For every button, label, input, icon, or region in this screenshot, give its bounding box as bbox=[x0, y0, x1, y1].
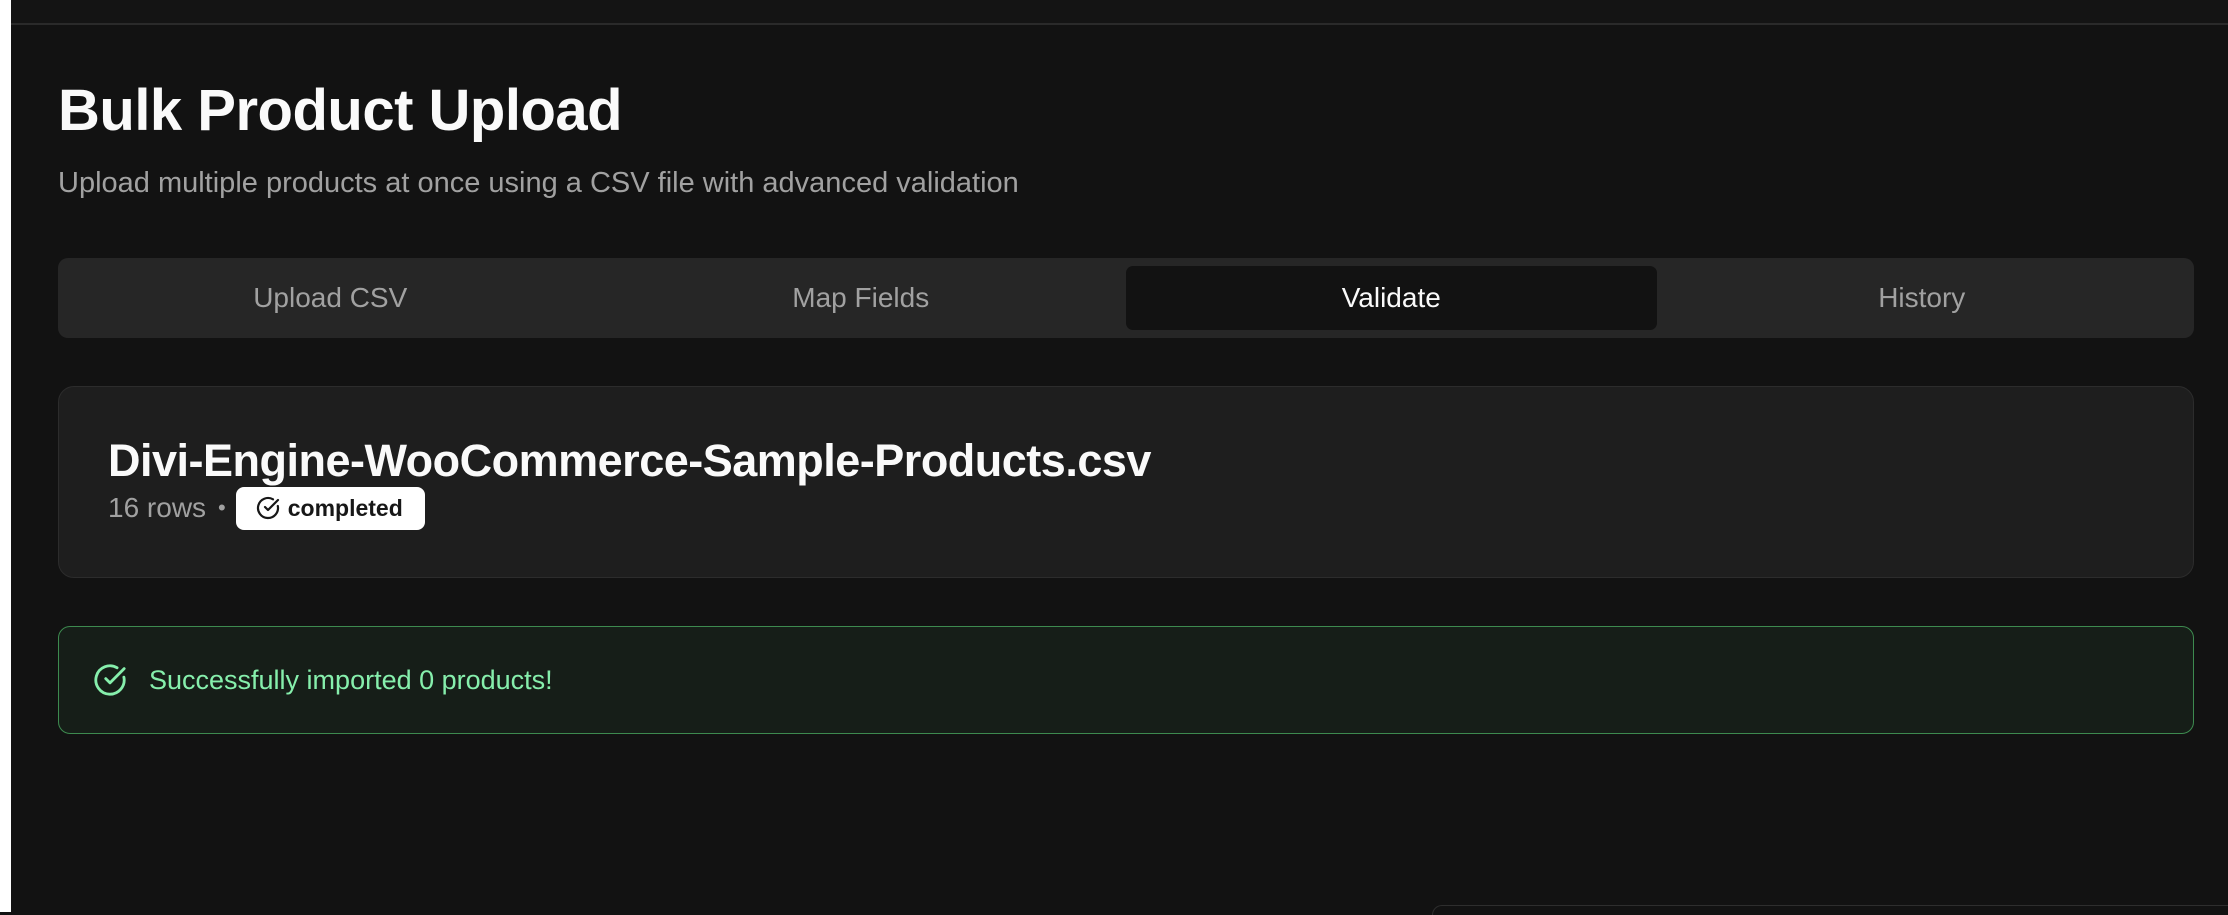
success-alert: Successfully imported 0 products! bbox=[58, 626, 2194, 734]
page-subtitle: Upload multiple products at once using a… bbox=[58, 167, 1019, 199]
tab-list: Upload CSV Map Fields Validate History bbox=[58, 258, 2194, 338]
tab-map-fields[interactable]: Map Fields bbox=[596, 266, 1127, 330]
row-count: 16 rows bbox=[108, 492, 207, 523]
status-badge-label: completed bbox=[287, 494, 403, 521]
tab-validate[interactable]: Validate bbox=[1126, 266, 1657, 330]
tab-history[interactable]: History bbox=[1657, 266, 2188, 330]
alert-message: Successfully imported 0 products! bbox=[149, 664, 553, 695]
status-badge: completed bbox=[235, 486, 425, 530]
file-card: Divi-Engine-WooCommerce-Sample-Products.… bbox=[58, 386, 2194, 578]
tab-upload-csv[interactable]: Upload CSV bbox=[65, 266, 596, 330]
bottom-panel-edge bbox=[1432, 905, 2228, 915]
page-title: Bulk Product Upload bbox=[58, 78, 623, 143]
file-meta: 16 rows • completed bbox=[108, 486, 425, 530]
file-name: Divi-Engine-WooCommerce-Sample-Products.… bbox=[108, 435, 1151, 486]
top-bar bbox=[11, 0, 2228, 25]
left-edge-strip bbox=[0, 0, 11, 912]
check-circle-icon bbox=[93, 663, 127, 697]
meta-separator: • bbox=[218, 495, 226, 520]
check-circle-icon bbox=[256, 496, 280, 520]
